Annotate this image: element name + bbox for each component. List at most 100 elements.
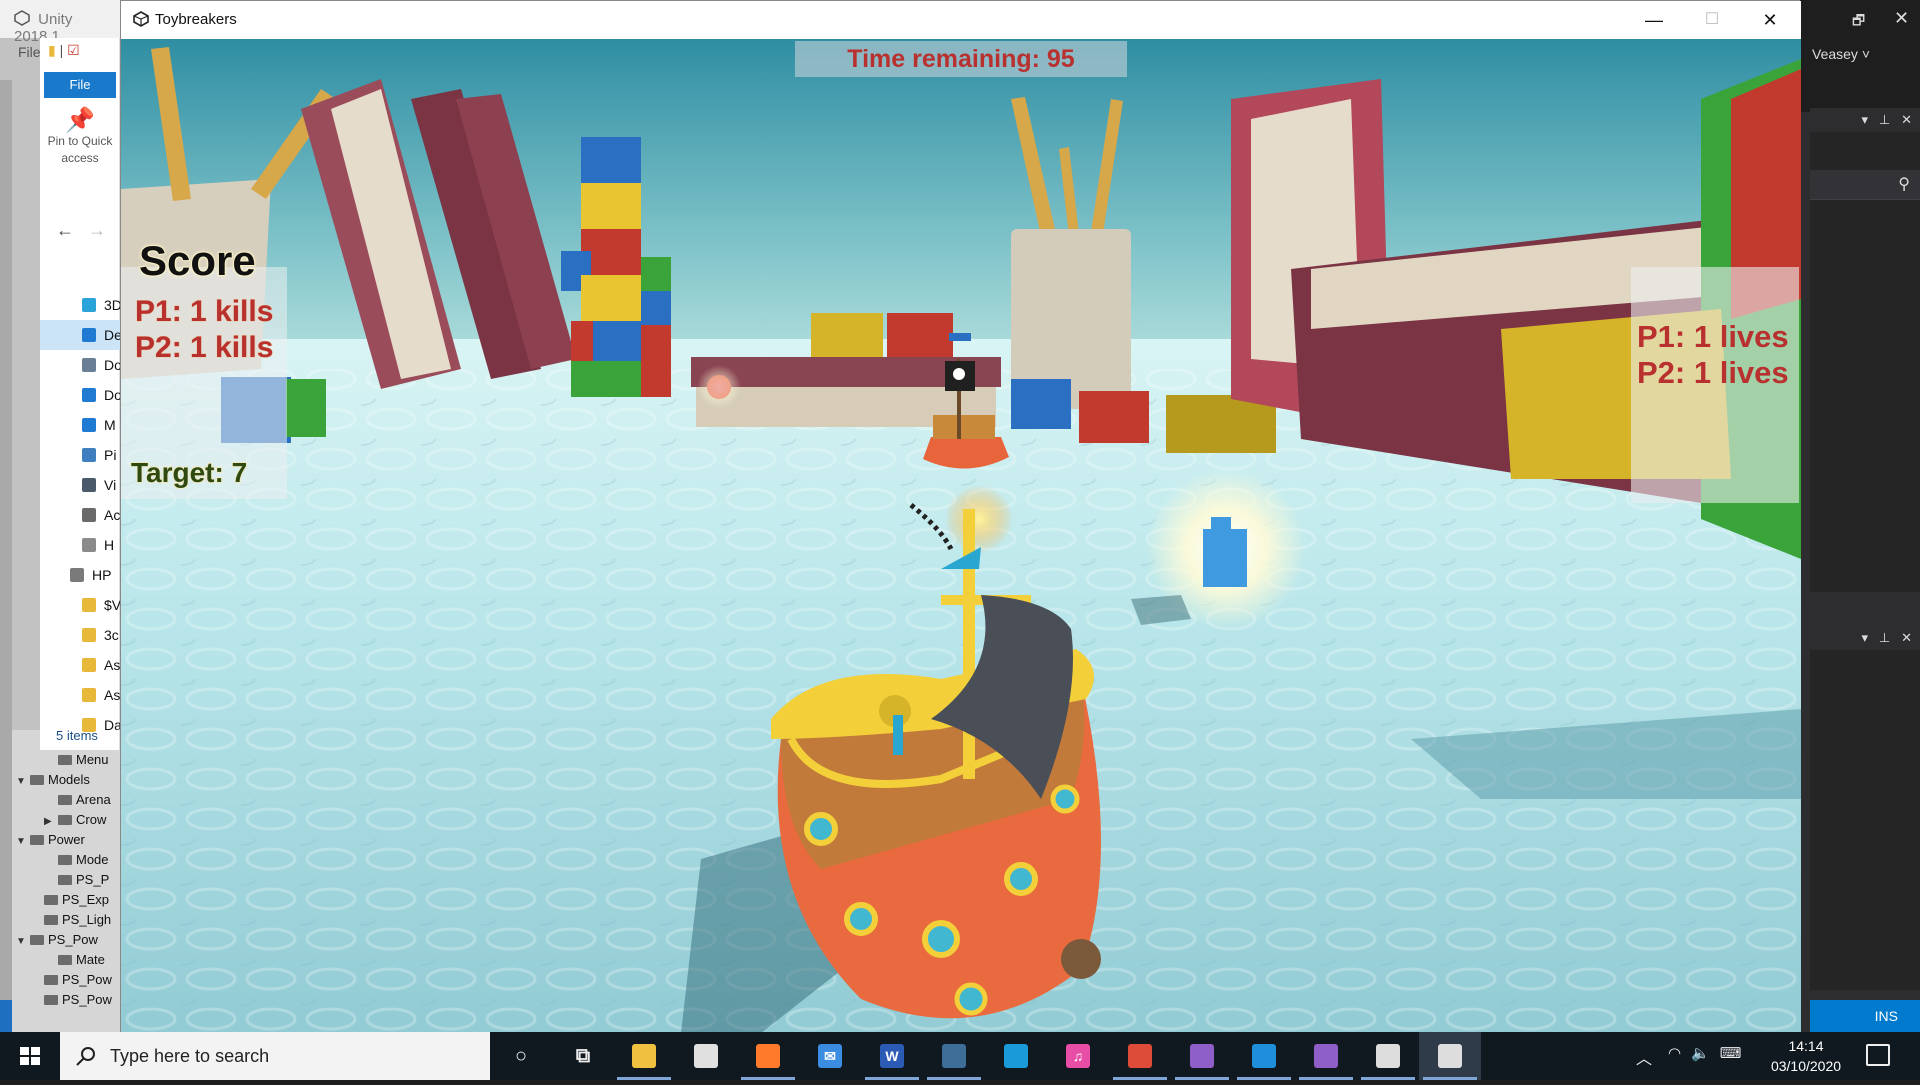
fold-arrow-icon[interactable]: ▼ bbox=[16, 932, 30, 950]
taskbar-button[interactable]: ⧉ bbox=[552, 1032, 614, 1080]
project-tree-item[interactable]: ▶ Crow bbox=[12, 810, 122, 830]
explorer-nav-item[interactable]: M bbox=[40, 410, 120, 440]
explorer-nav-label: 3c bbox=[104, 627, 119, 643]
close-panel-icon[interactable]: ✕ bbox=[1901, 630, 1912, 645]
github-icon bbox=[1314, 1044, 1338, 1068]
explorer-nav-item[interactable]: As bbox=[40, 650, 120, 680]
project-tree-item[interactable]: PS_Ligh bbox=[12, 910, 122, 930]
project-tree-item[interactable]: PS_P bbox=[12, 870, 122, 890]
unity-status-edge bbox=[0, 1000, 12, 1032]
explorer-nav-item[interactable]: Ac bbox=[40, 500, 120, 530]
game-title-bar[interactable]: Toybreakers — ☐ ✕ bbox=[121, 1, 1801, 39]
close-panel-icon[interactable]: ✕ bbox=[1901, 112, 1912, 127]
project-tree-item[interactable]: Menu bbox=[12, 750, 122, 770]
project-tree-item[interactable]: PS_Pow bbox=[12, 990, 122, 1010]
taskbar-button[interactable] bbox=[1357, 1032, 1419, 1080]
maximize-button[interactable]: ☐ bbox=[1683, 1, 1741, 39]
taskbar-button[interactable] bbox=[675, 1032, 737, 1080]
dropdown-icon[interactable]: ▾ bbox=[1862, 112, 1869, 127]
game-scene[interactable] bbox=[121, 39, 1801, 1033]
clock[interactable]: 14:14 03/10/2020 bbox=[1766, 1036, 1846, 1076]
taskbar-button[interactable]: W bbox=[861, 1032, 923, 1080]
taskbar-button[interactable] bbox=[1109, 1032, 1171, 1080]
panel-body-bottom bbox=[1810, 650, 1920, 990]
explorer-nav-item[interactable]: 3D bbox=[40, 290, 120, 320]
folder-icon bbox=[82, 688, 96, 702]
explorer-nav-item[interactable]: HP bbox=[40, 560, 120, 590]
explorer-file-tab[interactable]: File bbox=[44, 72, 116, 98]
properties-icon[interactable]: ☑ bbox=[67, 42, 80, 58]
taskbar-button[interactable] bbox=[613, 1032, 675, 1080]
explorer-nav-item[interactable]: As bbox=[40, 680, 120, 710]
explorer-nav-label: Pi bbox=[104, 447, 117, 463]
taskbar-button[interactable] bbox=[985, 1032, 1047, 1080]
project-tree-item[interactable]: Arena bbox=[12, 790, 122, 810]
taskbar-button[interactable] bbox=[737, 1032, 799, 1080]
fold-arrow-icon[interactable]: ▼ bbox=[16, 772, 30, 790]
cortana-icon: ○ bbox=[514, 1045, 528, 1067]
keyboard-icon[interactable]: ⌨ bbox=[1720, 1045, 1752, 1062]
taskbar-button[interactable] bbox=[1419, 1032, 1481, 1080]
explorer-nav-label: Do bbox=[104, 387, 120, 403]
project-tree-item[interactable]: ▼ Models bbox=[12, 770, 122, 790]
game-window-title: Toybreakers bbox=[155, 11, 237, 28]
explorer-nav-item[interactable]: Pi bbox=[40, 440, 120, 470]
restore-icon[interactable]: 🗗 bbox=[1852, 10, 1865, 34]
project-tree-item[interactable]: Mate bbox=[12, 950, 122, 970]
pin-to-quick-access-button[interactable]: 📌 Pin to Quick access bbox=[42, 109, 118, 167]
explorer-nav-item[interactable]: Do bbox=[40, 350, 120, 380]
lego-block bbox=[641, 291, 671, 325]
minimize-button[interactable]: — bbox=[1625, 1, 1683, 39]
explorer-nav-item[interactable]: 3c bbox=[40, 620, 120, 650]
project-tree-item[interactable]: ▼ Power bbox=[12, 830, 122, 850]
unity-menu-file[interactable]: File bbox=[18, 44, 41, 60]
lego-block bbox=[581, 183, 641, 229]
volume-icon[interactable]: 🔈 bbox=[1691, 1045, 1720, 1062]
explorer-nav-item[interactable]: H bbox=[40, 530, 120, 560]
taskbar-button[interactable] bbox=[1295, 1032, 1357, 1080]
taskbar-button[interactable] bbox=[1233, 1032, 1295, 1080]
wifi-icon[interactable]: ◠ bbox=[1668, 1045, 1691, 1062]
project-tree-item[interactable]: Mode bbox=[12, 850, 122, 870]
unity-project-tree: Menu IMenu▼ModelsArena▶Crow▼PowerModePS_… bbox=[12, 730, 122, 1032]
lego-block bbox=[581, 137, 641, 183]
fold-arrow-icon[interactable]: ▼ bbox=[16, 832, 30, 850]
explorer-nav-pane: 3D De Do Do M Pi Vi Ac H HP $V 3c As As Da bbox=[40, 290, 120, 740]
notifications-icon[interactable] bbox=[1866, 1044, 1890, 1066]
game-viewport[interactable]: Time remaining: 95 Score P1: 1 kills P2:… bbox=[121, 39, 1801, 1033]
windows-logo-icon bbox=[20, 1047, 40, 1065]
unity-logo-icon bbox=[14, 10, 30, 26]
explorer-nav-item[interactable]: De bbox=[40, 320, 120, 350]
taskbar-button[interactable]: ♫ bbox=[1047, 1032, 1109, 1080]
task-view-icon: ⧉ bbox=[575, 1045, 591, 1067]
search-icon bbox=[76, 1047, 95, 1066]
back-arrow-icon[interactable]: ← bbox=[56, 220, 74, 240]
user-account[interactable]: Veasey ˅ bbox=[1812, 46, 1870, 62]
project-tree-item[interactable]: ▼ PS_Pow bbox=[12, 930, 122, 950]
taskbar-button[interactable] bbox=[923, 1032, 985, 1080]
taskbar-button[interactable]: ○ bbox=[490, 1032, 552, 1080]
explorer-nav-label: As bbox=[104, 687, 120, 703]
fold-arrow-icon[interactable]: ▶ bbox=[44, 812, 58, 830]
close-button[interactable]: ✕ bbox=[1741, 1, 1799, 39]
project-tree-item[interactable]: PS_Pow bbox=[12, 970, 122, 990]
taskbar-button[interactable] bbox=[1171, 1032, 1233, 1080]
folder-icon[interactable]: ▮ bbox=[48, 42, 56, 58]
dropdown-icon[interactable]: ▾ bbox=[1862, 630, 1869, 645]
panel-search[interactable]: ⚲ bbox=[1810, 170, 1920, 200]
explorer-nav: ← → bbox=[56, 220, 120, 241]
forward-arrow-icon[interactable]: → bbox=[88, 220, 106, 240]
pin-icon[interactable]: ⊥ bbox=[1879, 112, 1890, 127]
pin-icon[interactable]: ⊥ bbox=[1879, 630, 1890, 645]
start-button[interactable] bbox=[0, 1032, 60, 1080]
project-tree-item[interactable]: PS_Exp bbox=[12, 890, 122, 910]
taskbar-search-box[interactable]: Type here to search bbox=[60, 1032, 490, 1080]
show-hidden-icons-icon[interactable]: ︿ bbox=[1636, 1045, 1652, 1069]
explorer-nav-item[interactable]: $V bbox=[40, 590, 120, 620]
unity-icon bbox=[1376, 1044, 1400, 1068]
taskbar-button[interactable]: ✉ bbox=[799, 1032, 861, 1080]
explorer-nav-item[interactable]: Vi bbox=[40, 470, 120, 500]
search-placeholder: Type here to search bbox=[110, 1046, 270, 1066]
close-icon[interactable]: ✕ bbox=[1894, 8, 1909, 29]
explorer-nav-item[interactable]: Do bbox=[40, 380, 120, 410]
